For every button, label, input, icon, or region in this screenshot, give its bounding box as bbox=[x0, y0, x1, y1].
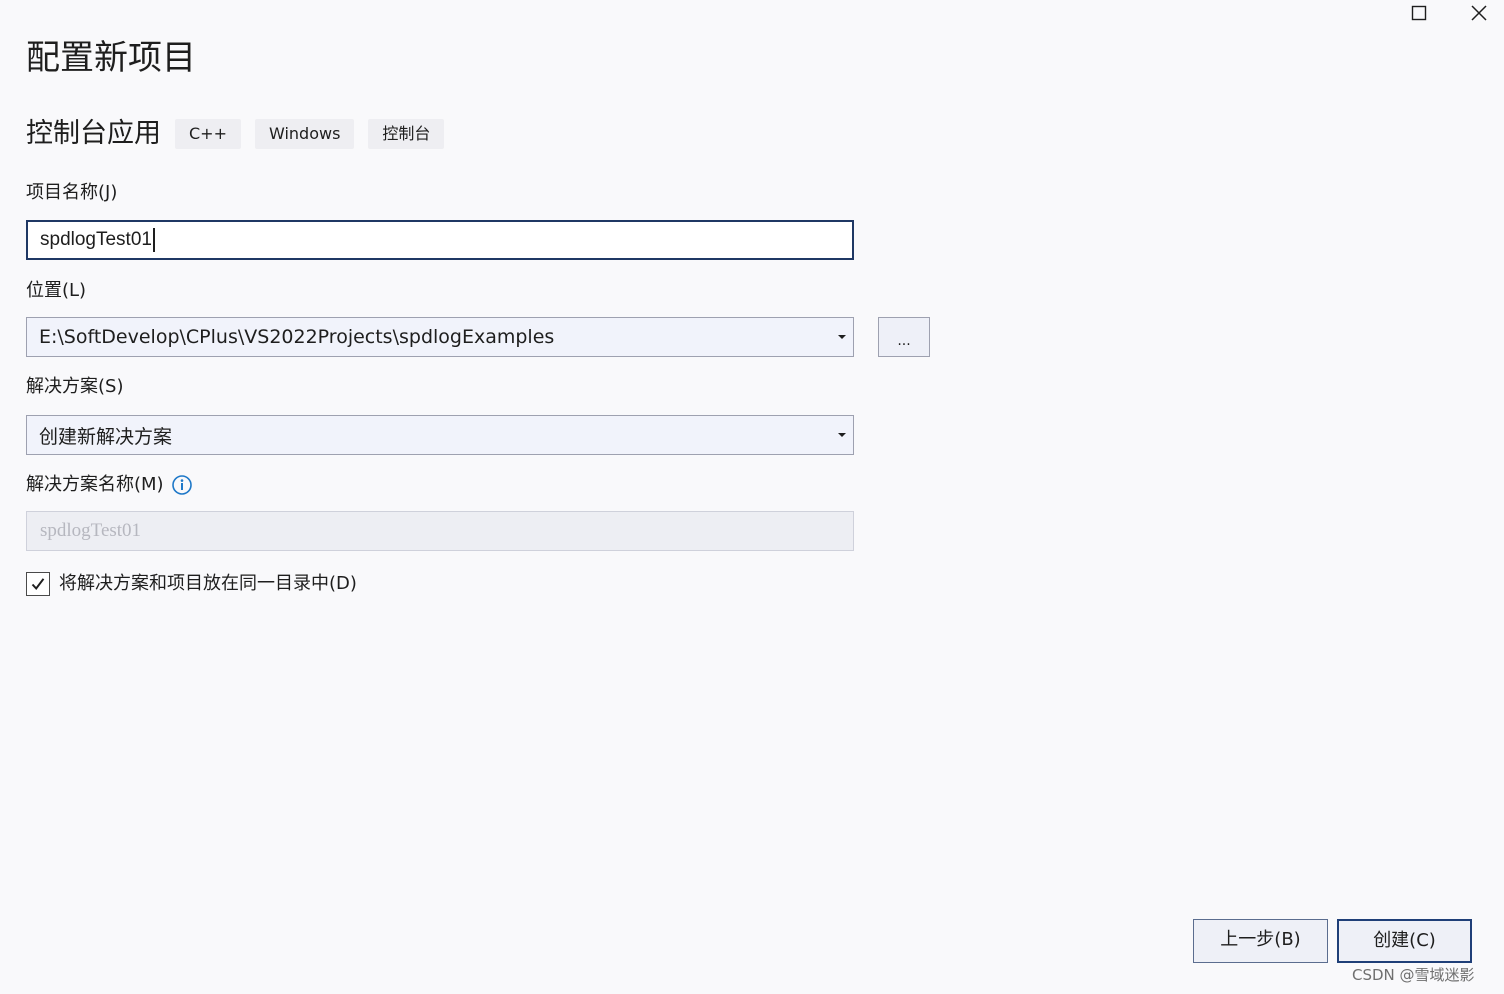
location-value: E:\SoftDevelop\CPlus\VS2022Projects\spdl… bbox=[39, 326, 555, 348]
watermark: CSDN @雪域迷影 bbox=[1352, 966, 1475, 984]
template-header: 控制台应用 C++ Windows 控制台 bbox=[26, 114, 445, 154]
chevron-down-icon[interactable] bbox=[831, 416, 853, 454]
chevron-down-icon[interactable] bbox=[831, 318, 853, 356]
close-button[interactable] bbox=[1454, 0, 1504, 26]
maximize-button[interactable] bbox=[1394, 0, 1444, 26]
text-caret bbox=[152, 228, 155, 252]
project-name-input[interactable]: spdlogTest01 bbox=[26, 220, 854, 260]
info-icon[interactable] bbox=[171, 474, 193, 496]
close-icon bbox=[1471, 5, 1487, 21]
solution-name-input[interactable]: spdlogTest01 bbox=[26, 511, 854, 551]
project-name-label: 项目名称(J) bbox=[26, 182, 118, 203]
maximize-icon bbox=[1411, 5, 1427, 21]
tag-platform: Windows bbox=[254, 119, 355, 149]
solution-value: 创建新解决方案 bbox=[39, 425, 173, 448]
tag-language: C++ bbox=[175, 119, 241, 149]
browse-button[interactable]: ... bbox=[878, 317, 930, 357]
project-name-value: spdlogTest01 bbox=[40, 229, 152, 250]
same-directory-checkbox[interactable] bbox=[26, 572, 50, 596]
same-directory-label[interactable]: 将解决方案和项目放在同一目录中(D) bbox=[59, 571, 357, 597]
tag-project-type: 控制台 bbox=[368, 119, 445, 149]
back-button[interactable]: 上一步(B) bbox=[1193, 919, 1328, 963]
template-name: 控制台应用 bbox=[26, 118, 161, 149]
create-button[interactable]: 创建(C) bbox=[1337, 919, 1472, 963]
location-combobox[interactable]: E:\SoftDevelop\CPlus\VS2022Projects\spdl… bbox=[26, 317, 854, 357]
page-title: 配置新项目 bbox=[26, 38, 196, 78]
solution-name-label: 解决方案名称(M) bbox=[26, 474, 164, 495]
checkmark-icon bbox=[31, 578, 45, 591]
location-label: 位置(L) bbox=[26, 280, 87, 301]
solution-combobox[interactable]: 创建新解决方案 bbox=[26, 415, 854, 455]
solution-label: 解决方案(S) bbox=[26, 376, 124, 397]
